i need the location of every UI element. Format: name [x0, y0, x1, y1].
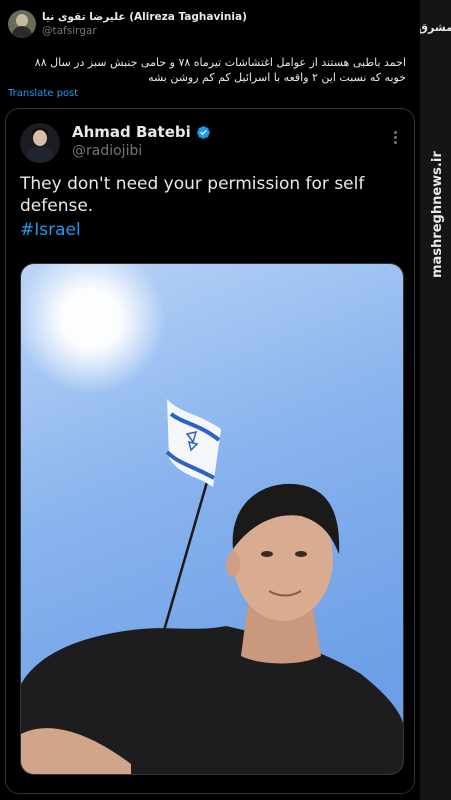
watermark-strip: مشرق mashreghnews.ir — [420, 0, 451, 800]
outer-avatar[interactable] — [8, 10, 36, 38]
tweet-photo[interactable] — [20, 263, 404, 775]
site-url-watermark: mashreghnews.ir — [430, 151, 445, 278]
quoted-display-name-row: Ahmad Batebi — [72, 123, 211, 141]
outer-user-names: علیرضا تقوی نیا (Alireza Taghavinia) @ta… — [42, 10, 247, 38]
quoted-tweet-card[interactable]: Ahmad Batebi @radiojibi They don't need … — [5, 108, 415, 794]
quoted-handle[interactable]: @radiojibi — [72, 143, 142, 159]
timeline: علیرضا تقوی نیا (Alireza Taghavinia) @ta… — [0, 0, 420, 800]
translate-post-link[interactable]: Translate post — [8, 88, 78, 99]
outer-display-name[interactable]: علیرضا تقوی نیا (Alireza Taghavinia) — [42, 10, 247, 24]
more-options-icon[interactable] — [388, 131, 402, 145]
quoted-avatar[interactable] — [20, 123, 60, 163]
quoted-tweet-body: They don't need your permission for self… — [20, 174, 365, 216]
mashregh-logo: مشرق — [420, 21, 451, 34]
site-url-text: mashreghnews.ir — [430, 151, 445, 278]
quoted-display-name[interactable]: Ahmad Batebi — [72, 123, 191, 141]
quoted-tweet-text: They don't need your permission for self… — [20, 173, 402, 241]
outer-handle[interactable]: @tafsirgar — [42, 24, 247, 38]
outer-tweet-text-line1: احمد باطبی هستند از عوامل اغتشاشات تیرما… — [34, 56, 406, 69]
hashtag-link[interactable]: #Israel — [20, 219, 402, 241]
outer-tweet-header: علیرضا تقوی نیا (Alireza Taghavinia) @ta… — [8, 10, 247, 38]
logo-text: مشرق — [420, 21, 451, 34]
outer-tweet-text-line2: خوبه که نسبت این ۲ واقعه با اسرائیل کم ک… — [148, 71, 406, 84]
outer-tweet-text: احمد باطبی هستند از عوامل اغتشاشات تیرما… — [26, 55, 406, 85]
verified-badge-icon — [196, 125, 210, 139]
selfie-with-flag-image — [21, 264, 403, 774]
